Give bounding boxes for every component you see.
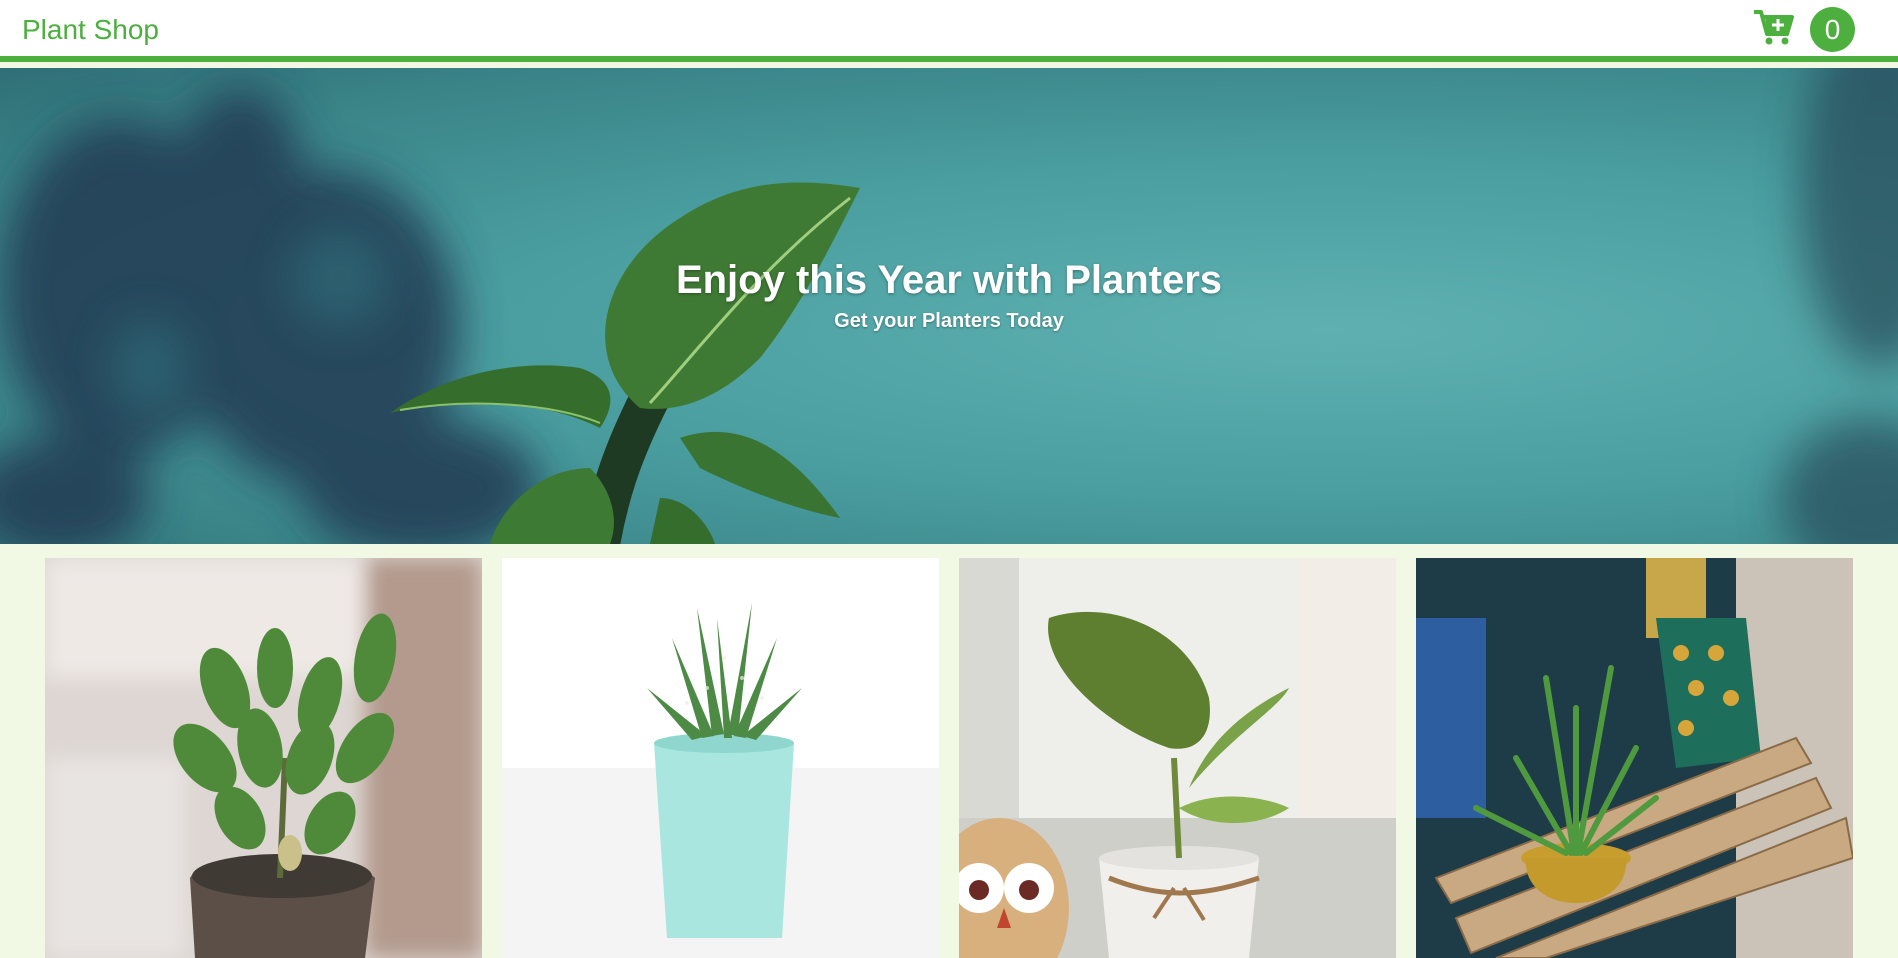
hero-banner: Enjoy this Year with Planters Get your P… (0, 68, 1898, 544)
cart-count-badge[interactable]: 0 (1810, 7, 1855, 52)
product-card[interactable] (45, 558, 482, 958)
hero-plant-image (0, 68, 1898, 544)
brand-logo[interactable]: Plant Shop (22, 14, 159, 46)
product-image-aloe (1416, 558, 1853, 958)
hero-title: Enjoy this Year with Planters (675, 258, 1223, 302)
product-card[interactable] (1416, 558, 1853, 958)
hero-subtitle: Get your Planters Today (834, 310, 1064, 332)
product-image-pothos (959, 558, 1396, 958)
product-card[interactable] (502, 558, 939, 958)
navbar: Plant Shop 0 (0, 0, 1898, 62)
product-grid (0, 544, 1898, 958)
product-image-jade-plant (45, 558, 482, 958)
cart-plus-icon[interactable] (1752, 8, 1794, 46)
product-card[interactable] (959, 558, 1396, 958)
product-image-haworthia (502, 558, 939, 958)
